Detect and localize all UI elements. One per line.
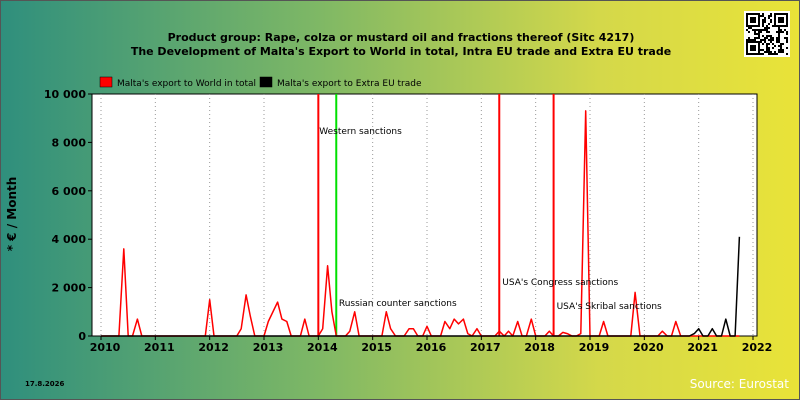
report-date: 17.8.2026 — [25, 380, 65, 388]
x-tick-label: 2014 — [307, 341, 338, 354]
chart-frame: Product group: Rape, colza or mustard oi… — [0, 0, 800, 400]
legend-label: Malta's export to Extra EU trade — [277, 79, 422, 89]
y-tick-label: 8 000 — [52, 136, 87, 149]
sanction-label: USA's Skribal sanctions — [557, 302, 662, 312]
x-tick-label: 2013 — [253, 341, 284, 354]
line-chart: 0 2 000 4 000 6 000 8 000 10 000 2010 2011 2012… — [44, 76, 773, 354]
x-tick-label: 2016 — [416, 341, 447, 354]
x-tick-label: 2018 — [524, 341, 555, 354]
x-tick-label: 2022 — [742, 341, 773, 354]
y-tick-label: 10 000 — [44, 88, 86, 101]
x-tick-label: 2011 — [144, 341, 175, 354]
sanction-label: Russian counter sanctions — [339, 299, 457, 309]
x-tick-label: 2010 — [90, 341, 121, 354]
y-tick-label: 0 — [78, 330, 86, 343]
x-tick-label: 2015 — [361, 341, 392, 354]
y-tick-label: 2 000 — [52, 282, 87, 295]
legend-swatch — [259, 76, 273, 88]
source-credit: Source: Eurostat — [689, 377, 789, 391]
sanction-label: Western sanctions — [319, 127, 402, 137]
x-tick-label: 2021 — [687, 341, 718, 354]
x-tick-label: 2019 — [579, 341, 610, 354]
x-tick-label: 2020 — [633, 341, 664, 354]
legend-swatch — [99, 76, 113, 88]
y-tick-label: 4 000 — [52, 233, 87, 246]
x-tick-label: 2012 — [198, 341, 229, 354]
sanction-label: USA's Congress sanctions — [502, 278, 618, 288]
legend-label: Malta's export to World in total — [117, 79, 256, 89]
y-tick-label: 6 000 — [52, 185, 87, 198]
x-tick-label: 2017 — [470, 341, 501, 354]
